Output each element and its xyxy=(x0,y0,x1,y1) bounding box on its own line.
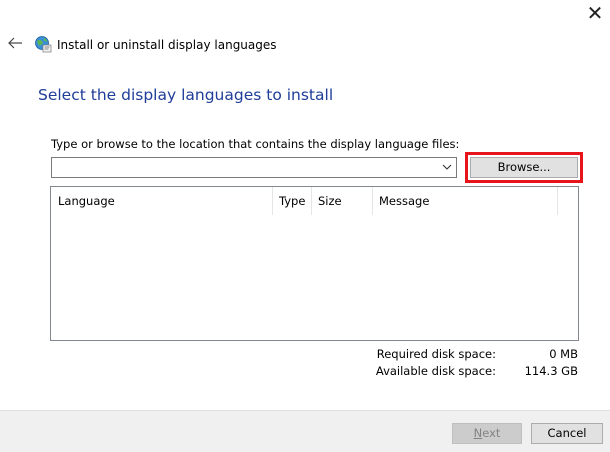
back-arrow-icon[interactable] xyxy=(6,34,24,52)
required-disk-space-row: Required disk space: 0 MB xyxy=(376,346,580,363)
column-header-language[interactable]: Language xyxy=(51,187,272,215)
required-disk-space-label: Required disk space: xyxy=(376,347,496,361)
column-divider[interactable] xyxy=(557,187,558,215)
browse-button[interactable]: Browse... xyxy=(470,157,578,178)
required-disk-space-value: 0 MB xyxy=(549,347,578,361)
available-disk-space-row: Available disk space: 114.3 GB xyxy=(376,363,580,380)
page-heading: Select the display languages to install xyxy=(38,86,334,104)
chevron-down-icon[interactable] xyxy=(442,162,452,172)
language-list[interactable]: Language Type Size Message xyxy=(50,186,579,341)
wizard-footer: Next Cancel xyxy=(0,410,610,452)
globe-language-icon xyxy=(35,36,52,53)
next-button[interactable]: Next xyxy=(452,423,522,444)
language-list-header: Language Type Size Message xyxy=(51,187,578,215)
available-disk-space-value: 114.3 GB xyxy=(524,364,578,378)
install-language-wizard-window: ✕ Install or uninstall display languages… xyxy=(0,0,610,452)
column-header-size[interactable]: Size xyxy=(311,187,372,215)
column-header-type[interactable]: Type xyxy=(272,187,311,215)
cancel-button[interactable]: Cancel xyxy=(531,423,603,444)
path-input[interactable] xyxy=(54,159,434,176)
wizard-title: Install or uninstall display languages xyxy=(57,38,277,52)
column-header-message[interactable]: Message xyxy=(372,187,557,215)
available-disk-space-label: Available disk space: xyxy=(375,364,496,378)
disk-space-summary: Required disk space: 0 MB Available disk… xyxy=(376,346,580,380)
close-icon[interactable]: ✕ xyxy=(584,2,606,24)
path-combobox[interactable] xyxy=(51,157,457,178)
path-instruction-label: Type or browse to the location that cont… xyxy=(51,137,460,151)
